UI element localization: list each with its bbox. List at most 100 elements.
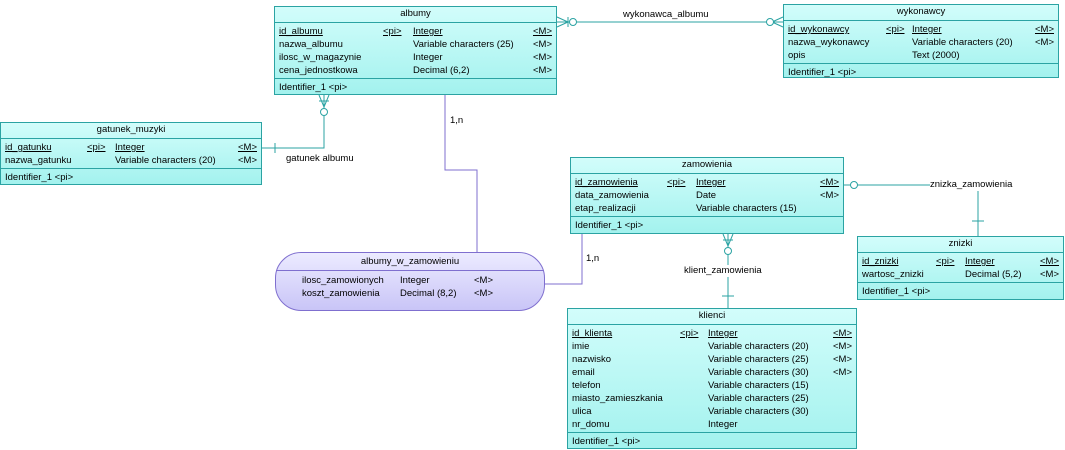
- cardinality-label-albumy: 1,n: [450, 115, 464, 126]
- entity-albumy[interactable]: albumy id_albumu <pi> Integer <M> nazwa_alb…: [274, 6, 557, 95]
- attribute-row: wartosc_znizki Decimal (5,2) <M>: [862, 268, 1059, 281]
- attribute-name: id_klienta: [572, 328, 613, 339]
- attribute-key: <pi>: [667, 177, 686, 188]
- identifier-row: Identifier_1 <pi>: [572, 436, 641, 447]
- entity-znizki[interactable]: znizki id_znizki <pi> Integer <M> wartosc_z…: [857, 236, 1064, 300]
- attribute-mandatory: <M>: [532, 39, 552, 50]
- attribute-mandatory: <M>: [832, 328, 852, 339]
- attribute-row: id_klienta <pi> Integer <M>: [572, 327, 852, 340]
- attribute-row: id_albumu <pi> Integer <M>: [279, 25, 552, 38]
- attribute-mandatory: <M>: [1034, 24, 1054, 35]
- link-gatunek-albumu: [262, 95, 325, 149]
- attribute-row: telefon Variable characters (15): [572, 379, 852, 392]
- attribute-type: Integer: [696, 177, 726, 188]
- entity-title: klienci: [568, 309, 856, 325]
- attribute-type: Integer: [413, 52, 443, 63]
- attribute-mandatory: <M>: [532, 52, 552, 63]
- crowfoot-albumy-wykonawca: [556, 16, 569, 23]
- attribute-row: etap_realizacji Variable characters (15): [575, 202, 839, 215]
- attribute-row: id_wykonawcy <pi> Integer <M>: [788, 23, 1054, 36]
- entity-zamowienia[interactable]: zamowienia id_zamowienia <pi> Integer <M> d…: [570, 157, 844, 234]
- attribute-name: id_zamowienia: [575, 177, 638, 188]
- attribute-row: nazwisko Variable characters (25) <M>: [572, 353, 852, 366]
- attribute-name: id_albumu: [279, 26, 323, 37]
- attribute-row: nazwa_albumu Variable characters (25) <M>: [279, 38, 552, 51]
- attribute-name: nr_domu: [572, 419, 610, 430]
- attribute-name: id_wykonawcy: [788, 24, 850, 35]
- entity-gatunek-muzyki[interactable]: gatunek_muzyki id_gatunku <pi> Integer <M> …: [0, 122, 262, 185]
- attribute-mandatory: <M>: [237, 142, 257, 153]
- attribute-mandatory: <M>: [819, 190, 839, 201]
- attribute-list: id_zamowienia <pi> Integer <M> data_zamowie…: [571, 174, 843, 217]
- entity-wykonawcy[interactable]: wykonawcy id_wykonawcy <pi> Integer <M> naz…: [783, 4, 1059, 78]
- attribute-name: ilosc_w_magazynie: [279, 52, 362, 63]
- attribute-list: id_znizki <pi> Integer <M> wartosc_znizki De…: [858, 253, 1063, 283]
- relationship-label-znizka-zamowienia: znizka_zamowienia: [930, 179, 1013, 191]
- entity-title: albumy: [275, 7, 556, 23]
- attribute-mandatory: <M>: [1034, 37, 1054, 48]
- entity-title: wykonawcy: [784, 5, 1058, 21]
- attribute-mandatory: <M>: [474, 288, 494, 299]
- attribute-row: ulica Variable characters (30): [572, 405, 852, 418]
- attribute-row: ilosc_w_magazynie Integer <M>: [279, 51, 552, 64]
- attribute-name: cena_jednostkowa: [279, 65, 358, 76]
- attribute-name: telefon: [572, 380, 601, 391]
- attribute-row: ilosc_zamowionych Integer <M>: [302, 274, 538, 287]
- identifier-row: Identifier_1 <pi>: [862, 286, 931, 297]
- attribute-type: Decimal (5,2): [965, 269, 1022, 280]
- attribute-type: Integer: [708, 419, 738, 430]
- link-assoc-zamowienia: [545, 234, 583, 285]
- attribute-type: Decimal (6,2): [413, 65, 470, 76]
- attribute-type: Decimal (8,2): [400, 288, 457, 299]
- attribute-key: <pi>: [383, 26, 402, 37]
- attribute-row: miasto_zamieszkania Variable characters (…: [572, 392, 852, 405]
- attribute-mandatory: <M>: [819, 177, 839, 188]
- attribute-mandatory: <M>: [832, 341, 852, 352]
- attribute-type: Variable characters (20): [115, 155, 216, 166]
- attribute-name: miasto_zamieszkania: [572, 393, 663, 404]
- attribute-name: koszt_zamowienia: [302, 288, 380, 299]
- attribute-type: Date: [696, 190, 717, 201]
- attribute-type: Variable characters (30): [708, 367, 809, 378]
- attribute-type: Variable characters (25): [708, 354, 809, 365]
- attribute-name: data_zamowienia: [575, 190, 649, 201]
- attribute-name: nazwa_wykonawcy: [788, 37, 870, 48]
- attribute-mandatory: <M>: [1039, 269, 1059, 280]
- association-title: albumy_w_zamowieniu: [276, 253, 544, 271]
- attribute-row: id_gatunku <pi> Integer <M>: [5, 141, 257, 154]
- attribute-row: data_zamowienia Date <M>: [575, 189, 839, 202]
- entity-title: gatunek_muzyki: [1, 123, 261, 139]
- attribute-type: Variable characters (30): [708, 406, 809, 417]
- attribute-type: Text (2000): [912, 50, 960, 61]
- attribute-name: wartosc_znizki: [862, 269, 924, 280]
- relationship-label-klient-zamowienia: klient_zamowienia: [684, 265, 762, 277]
- attribute-type: Integer: [413, 26, 443, 37]
- attribute-type: Integer: [912, 24, 942, 35]
- attribute-name: nazwa_albumu: [279, 39, 343, 50]
- attribute-row: opis Text (2000): [788, 49, 1054, 62]
- link-znizka-zamowienia: [844, 184, 979, 236]
- attribute-name: nazwisko: [572, 354, 612, 365]
- attribute-type: Integer: [115, 142, 145, 153]
- attribute-list: id_klienta <pi> Integer <M> imie Variable ch…: [568, 325, 856, 433]
- attribute-type: Variable characters (20): [708, 341, 809, 352]
- entity-title: znizki: [858, 237, 1063, 253]
- attribute-row: koszt_zamowienia Decimal (8,2) <M>: [302, 287, 538, 300]
- attribute-name: opis: [788, 50, 806, 61]
- attribute-row: nr_domu Integer: [572, 418, 852, 431]
- attribute-key: <pi>: [936, 256, 955, 267]
- attribute-type: Variable characters (15): [708, 380, 809, 391]
- attribute-type: Variable characters (15): [696, 203, 797, 214]
- association-albumy-w-zamowieniu[interactable]: albumy_w_zamowieniu ilosc_zamowionych Int…: [275, 252, 545, 311]
- attribute-name: id_znizki: [862, 256, 899, 267]
- attribute-row: cena_jednostkowa Decimal (6,2) <M>: [279, 64, 552, 77]
- attribute-name: nazwa_gatunku: [5, 155, 72, 166]
- identifier-row: Identifier_1 <pi>: [5, 172, 74, 183]
- attribute-name: ilosc_zamowionych: [302, 275, 384, 286]
- attribute-mandatory: <M>: [1039, 256, 1059, 267]
- attribute-row: nazwa_wykonawcy Variable characters (20) <…: [788, 36, 1054, 49]
- attribute-name: email: [572, 367, 595, 378]
- entity-klienci[interactable]: klienci id_klienta <pi> Integer <M> imie Var…: [567, 308, 857, 449]
- cardinality-label-zamowienia: 1,n: [586, 253, 600, 264]
- attribute-mandatory: <M>: [532, 65, 552, 76]
